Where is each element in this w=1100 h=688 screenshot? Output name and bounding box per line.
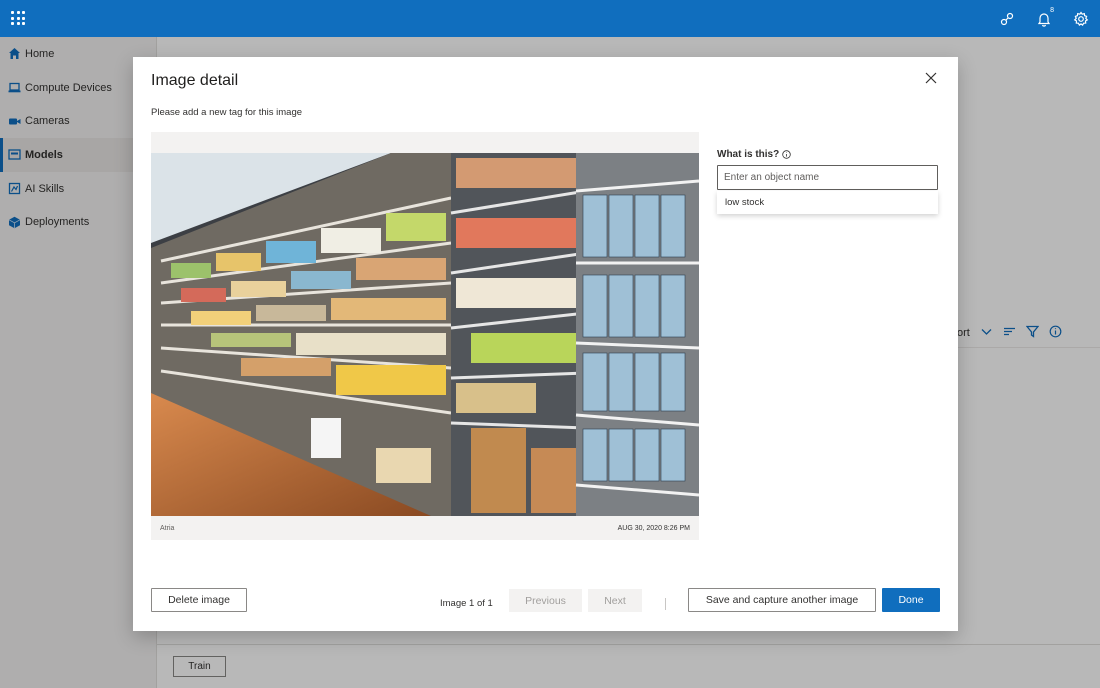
bell-icon[interactable]: 8 <box>1034 7 1054 28</box>
store-shelf-photo <box>151 153 699 516</box>
footer-divider <box>665 598 666 610</box>
apps-waffle-icon[interactable] <box>11 11 25 25</box>
image-timestamp: AUG 30, 2020 8:26 PM <box>617 525 690 532</box>
top-bar: 8 <box>0 0 1100 37</box>
tag-suggestion[interactable]: low stock <box>717 191 938 214</box>
done-button[interactable]: Done <box>882 588 940 612</box>
tag-question-label: What is this? <box>717 149 791 160</box>
delete-image-button[interactable]: Delete image <box>151 588 247 612</box>
tag-question-text: What is this? <box>717 149 780 160</box>
notification-count: 8 <box>1050 7 1054 14</box>
gear-icon[interactable] <box>1071 9 1090 28</box>
share-connect-icon[interactable] <box>997 9 1016 28</box>
info-icon <box>782 150 791 159</box>
dialog-title: Image detail <box>151 72 239 89</box>
close-button[interactable] <box>923 71 939 87</box>
image-preview: Atria AUG 30, 2020 8:26 PM <box>151 132 699 540</box>
save-and-capture-button[interactable]: Save and capture another image <box>688 588 876 612</box>
close-icon <box>925 72 937 83</box>
image-location: Atria <box>160 525 175 532</box>
pager-status: Image 1 of 1 <box>440 598 493 609</box>
object-name-input[interactable] <box>717 165 938 190</box>
previous-button[interactable]: Previous <box>509 589 582 612</box>
next-button[interactable]: Next <box>588 589 642 612</box>
top-bar-actions: 8 <box>997 7 1090 28</box>
image-detail-dialog: Image detail Please add a new tag for th… <box>133 57 958 631</box>
dialog-subtitle: Please add a new tag for this image <box>151 107 303 118</box>
